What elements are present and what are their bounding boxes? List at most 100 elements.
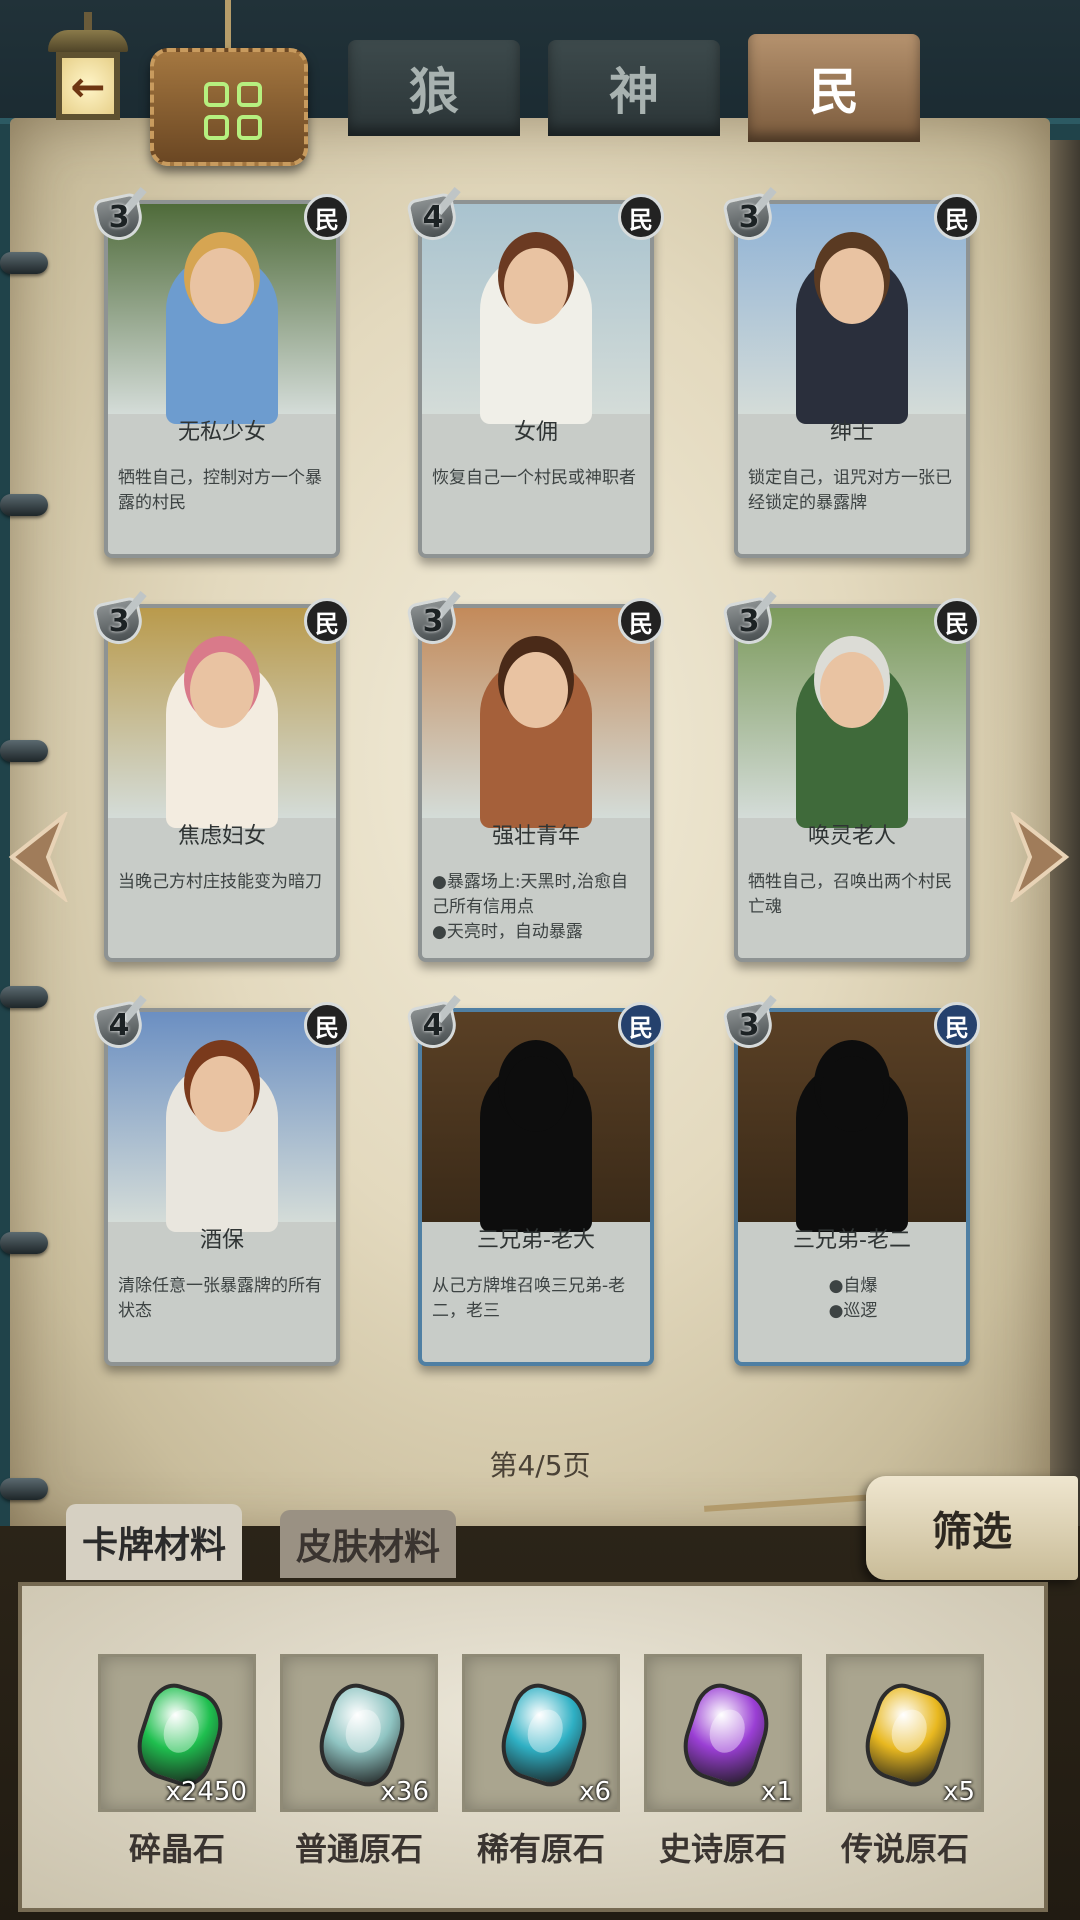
card-frame: 酒保 清除任意一张暴露牌的所有状态: [104, 1008, 340, 1366]
gem-icon: [674, 1677, 778, 1793]
lantern-hook: [84, 12, 92, 32]
material-slot: x5: [826, 1654, 984, 1812]
lantern-glass: ←: [56, 52, 120, 120]
portrait-head: [504, 652, 568, 728]
portrait-head: [504, 1056, 568, 1132]
cost-badge: 4: [91, 994, 152, 1053]
menu-button[interactable]: [150, 48, 308, 166]
gem-icon: [310, 1677, 414, 1793]
card-frame: 女佣恢复自己一个村民或神职者: [418, 200, 654, 558]
tag-string: [225, 0, 231, 48]
character-card[interactable]: 酒保 清除任意一张暴露牌的所有状态 4 民: [91, 994, 350, 1366]
card-name: 女佣: [513, 420, 558, 445]
back-button[interactable]: ←: [40, 12, 136, 130]
cost-value: 3: [108, 200, 130, 235]
card-description: 牺牲自己，召唤出两个村民亡魂: [748, 870, 958, 920]
material-count: x2450: [165, 1777, 247, 1807]
cost-value: 3: [738, 1008, 760, 1043]
card-frame: 强壮青年 ●暴露场上:天黑时,治愈自己所有信用点 ●天亮时，自动暴露: [418, 604, 654, 962]
card-name: 三兄弟-老二: [793, 1228, 911, 1253]
gem-icon: [492, 1677, 596, 1793]
filter-button[interactable]: 筛选: [866, 1476, 1078, 1580]
faction-badge: 民: [618, 1002, 664, 1048]
chevron-right-icon: [1009, 809, 1070, 905]
tab-god[interactable]: 神: [548, 40, 720, 136]
card-name: 焦虑妇女: [177, 824, 266, 849]
material-count: x1: [761, 1777, 793, 1807]
material-item[interactable]: x1 史诗原石: [644, 1654, 802, 1870]
card-name: 唤灵老人: [807, 824, 896, 849]
cost-badge: 4: [405, 186, 466, 245]
card-description-line: 清除任意一张暴露牌的所有状态: [118, 1276, 322, 1321]
character-card[interactable]: 三兄弟-老二 ●自爆 ●巡逻 3 民: [721, 994, 980, 1366]
faction-badge: 民: [618, 194, 664, 240]
portrait-head: [190, 248, 254, 324]
cost-badge: 3: [91, 186, 152, 245]
material-item[interactable]: x2450 碎晶石: [98, 1654, 256, 1870]
character-card[interactable]: 强壮青年 ●暴露场上:天黑时,治愈自己所有信用点 ●天亮时，自动暴露 3 民: [405, 590, 664, 962]
character-card[interactable]: 焦虑妇女 当晚己方村庄技能变为暗刀 3 民: [91, 590, 350, 962]
cost-badge: 4: [405, 994, 466, 1053]
card-description: ●暴露场上:天黑时,治愈自己所有信用点 ●天亮时，自动暴露: [432, 870, 642, 945]
lantern-cap: [48, 30, 128, 52]
material-name: 碎晶石: [128, 1830, 225, 1868]
cost-value: 4: [108, 1008, 130, 1043]
prev-page-button[interactable]: [4, 809, 74, 905]
next-page-button[interactable]: [1004, 809, 1074, 905]
card-description-line: 锁定自己，诅咒对方一张已经锁定的暴露牌: [748, 468, 952, 513]
chevron-left-icon: [8, 809, 69, 905]
faction-badge: 民: [618, 598, 664, 644]
card-description: 当晚己方村庄技能变为暗刀: [118, 870, 328, 895]
binder-ring: [0, 740, 48, 762]
gem-icon: [128, 1677, 232, 1793]
card-description: 锁定自己，诅咒对方一张已经锁定的暴露牌: [748, 466, 958, 516]
portrait-head: [820, 652, 884, 728]
character-card[interactable]: 女佣 恢复自己一个村民或神职者 4 民: [405, 186, 664, 558]
card-name: 强壮青年: [491, 824, 580, 849]
material-slot: x2450: [98, 1654, 256, 1812]
card-description: 恢复自己一个村民或神职者: [432, 466, 642, 491]
binder-ring: [0, 494, 48, 516]
card-description: 从己方牌堆召唤三兄弟-老二，老三: [432, 1274, 642, 1324]
card-frame: 唤灵老人牺牲自己，召唤出两个村民亡魂: [734, 604, 970, 962]
material-name: 传说原石: [840, 1830, 969, 1868]
cost-value: 3: [738, 200, 760, 235]
character-card[interactable]: 无私少女 牺牲自己，控制对方一个暴露的村民 3 民: [91, 186, 350, 558]
material-count: x5: [943, 1777, 975, 1807]
cost-badge: 3: [721, 186, 782, 245]
material-item[interactable]: x36 普通原石: [280, 1654, 438, 1870]
card-description-line: ●巡逻: [828, 1301, 878, 1321]
cost-value: 3: [108, 604, 130, 639]
character-card[interactable]: 三兄弟-老大从己方牌堆召唤三兄弟-老二，老三 4 民: [405, 994, 664, 1366]
material-item[interactable]: x6 稀有原石: [462, 1654, 620, 1870]
card-description-line: 恢复自己一个村民或神职者: [432, 468, 636, 488]
card-description: 清除任意一张暴露牌的所有状态: [118, 1274, 328, 1324]
card-description: 牺牲自己，控制对方一个暴露的村民: [118, 466, 328, 516]
tab-skin-materials[interactable]: 皮肤材料: [280, 1510, 457, 1578]
binder-ring: [0, 1232, 48, 1254]
material-slot: x6: [462, 1654, 620, 1812]
tab-wolf[interactable]: 狼: [348, 40, 520, 136]
card-name: 三兄弟-老大: [477, 1228, 595, 1253]
material-item[interactable]: x5 传说原石: [826, 1654, 984, 1870]
character-card[interactable]: 唤灵老人 牺牲自己，召唤出两个村民亡魂 3 民: [721, 590, 980, 962]
faction-badge: 民: [934, 194, 980, 240]
cost-badge: 3: [91, 590, 152, 649]
card-description-line: ●自爆: [828, 1276, 878, 1296]
binder-ring: [0, 252, 48, 274]
card-description-line: ●天亮时，自动暴露: [432, 922, 583, 942]
card-description-line: ●暴露场上:天黑时,治愈自己所有信用点: [432, 872, 628, 917]
material-name: 史诗原石: [658, 1830, 787, 1868]
material-name: 普通原石: [294, 1830, 423, 1868]
cost-value: 3: [738, 604, 760, 639]
card-description-line: 从己方牌堆召唤三兄弟-老二，老三: [432, 1276, 626, 1321]
material-name: 稀有原石: [476, 1830, 605, 1868]
cost-badge: 3: [721, 590, 782, 649]
tab-villager[interactable]: 民: [748, 34, 920, 142]
character-card[interactable]: 绅士 锁定自己，诅咒对方一张已经锁定的暴露牌 3 民: [721, 186, 980, 558]
card-frame: 三兄弟-老二 ●自爆 ●巡逻: [734, 1008, 970, 1366]
back-arrow-icon: ←: [70, 62, 106, 111]
faction-badge: 民: [304, 194, 350, 240]
card-description: ●自爆 ●巡逻: [748, 1274, 958, 1324]
tab-card-materials[interactable]: 卡牌材料: [66, 1504, 243, 1580]
